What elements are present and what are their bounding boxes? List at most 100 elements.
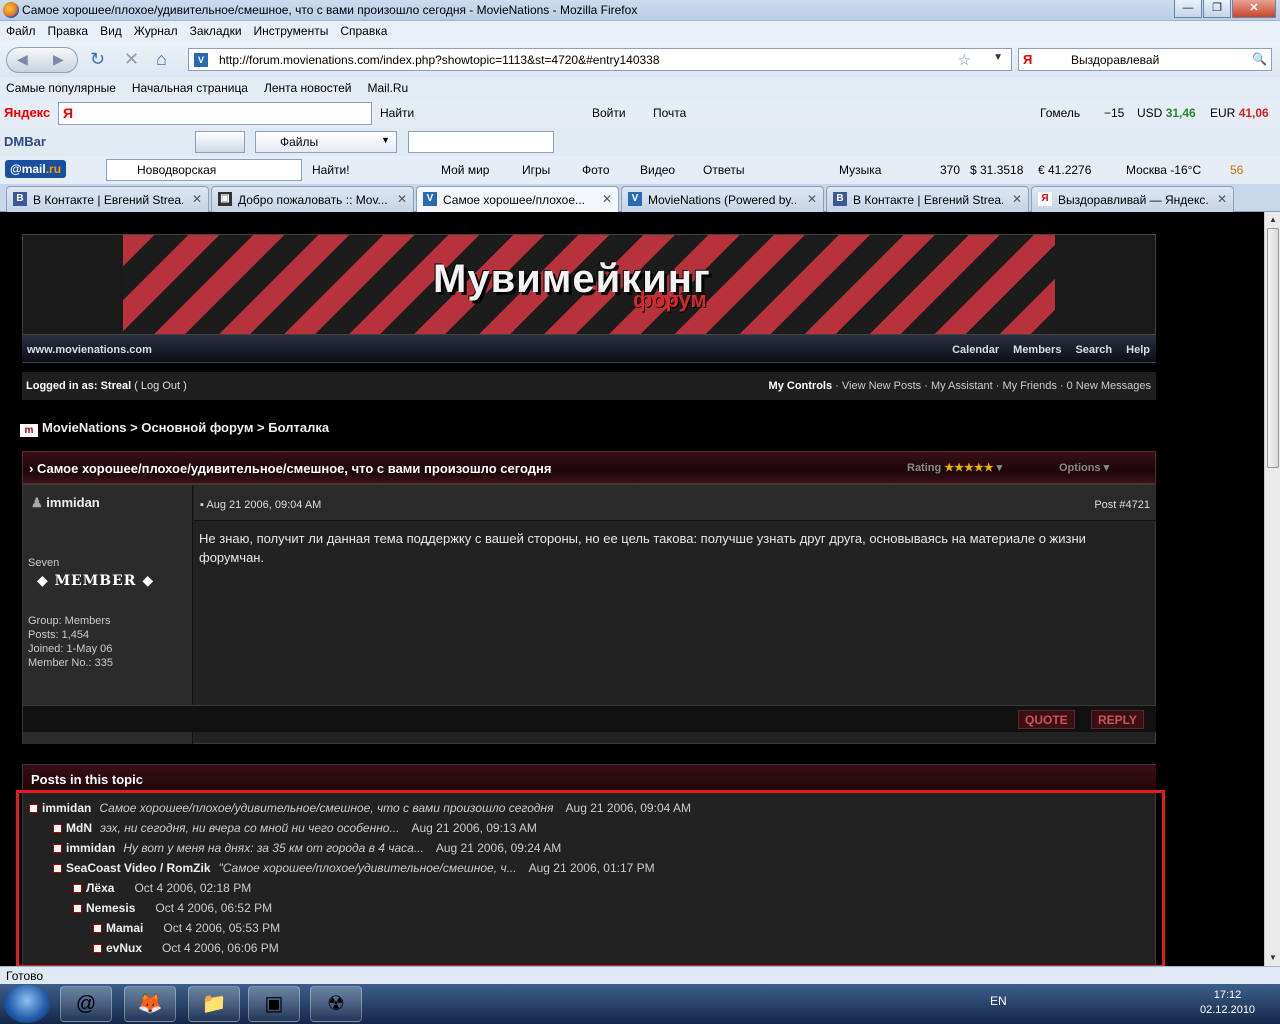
chevron-down-icon: ▼	[381, 135, 390, 145]
search-input[interactable]: Выздоравлевай	[1071, 53, 1159, 67]
yandex-find-button[interactable]: Найти	[380, 106, 414, 120]
logged-user[interactable]: Streal	[101, 380, 132, 392]
forward-icon[interactable]: ▶	[53, 51, 64, 68]
eur-rate[interactable]: EUR 41,06	[1210, 106, 1269, 120]
bookmark-start-page[interactable]: Начальная страница	[132, 77, 248, 99]
stop-icon[interactable]: ✕	[124, 49, 139, 70]
weather-temp[interactable]: −15	[1104, 106, 1124, 120]
menu-file[interactable]: Файл	[0, 21, 42, 41]
logout-link[interactable]: ( Log Out )	[134, 380, 187, 392]
bookmark-popular[interactable]: Самые популярные	[6, 77, 116, 99]
menu-view[interactable]: Вид	[94, 21, 128, 41]
mailru-music[interactable]: Музыка	[839, 163, 881, 177]
mailru-logo[interactable]: @mail.ru	[5, 160, 67, 178]
site-link[interactable]: www.movienations.com	[27, 344, 152, 356]
mailru-answers[interactable]: Ответы	[703, 163, 744, 177]
bookmark-news-feed[interactable]: Лента новостей	[264, 77, 352, 99]
rating-menu[interactable]: Rating ★★★★★ ▾	[907, 461, 1002, 474]
reply-button[interactable]: REPLY	[1091, 710, 1144, 729]
mailru-mail-count[interactable]: 370	[940, 163, 960, 177]
mailru-weather[interactable]: Москва -16°C	[1126, 163, 1201, 177]
close-button[interactable]: ✕	[1232, 0, 1276, 18]
rating-stars: ★★★★★	[944, 462, 994, 474]
mailru-usd[interactable]: $ 31.3518	[970, 163, 1023, 177]
tab-movienations[interactable]: V MovieNations (Powered by... ✕	[621, 186, 824, 212]
mail-agent-taskbar-icon[interactable]: @	[60, 986, 112, 1022]
tab-yandex[interactable]: Я Выздоравливай — Яндекс... ✕	[1031, 186, 1234, 212]
scroll-thumb[interactable]	[1267, 228, 1279, 468]
clock[interactable]: 17:12 02.12.2010	[1200, 988, 1255, 1018]
quote-button[interactable]: QUOTE	[1018, 710, 1075, 729]
weather-city[interactable]: Гомель	[1040, 106, 1080, 120]
back-icon[interactable]: ◀	[17, 51, 28, 68]
menu-bookmarks[interactable]: Закладки	[184, 21, 248, 41]
search-icon[interactable]: 🔍	[1252, 52, 1267, 66]
tab-vk-2[interactable]: B В Контакте | Евгений Strea... ✕	[826, 186, 1029, 212]
yandex-logo[interactable]: Яндекс	[4, 105, 50, 120]
url-bar[interactable]: V http://forum.movienations.com/index.ph…	[188, 48, 1012, 71]
post-author[interactable]: ♟ immidan	[31, 495, 100, 511]
menu-edit[interactable]: Правка	[42, 21, 95, 41]
files-dropdown[interactable]: Файлы ▼	[255, 131, 397, 153]
minimize-button[interactable]: —	[1174, 0, 1202, 18]
bookmark-mailru[interactable]: Mail.Ru	[367, 77, 408, 99]
url-dropdown-icon[interactable]: ▼	[993, 52, 1003, 63]
options-menu[interactable]: Options ▾	[1059, 461, 1109, 474]
vertical-scrollbar[interactable]: ▲ ▼	[1264, 212, 1280, 966]
tab-vk-1[interactable]: B В Контакте | Евгений Strea... ✕	[6, 186, 209, 212]
firefox-taskbar-icon[interactable]: 🦊	[124, 986, 176, 1022]
tab-close-icon[interactable]: ✕	[397, 192, 407, 206]
mailru-eur[interactable]: € 41.2276	[1038, 163, 1091, 177]
menu-help[interactable]: Справка	[334, 21, 393, 41]
explorer-taskbar-icon[interactable]: 📁	[188, 986, 240, 1022]
tab-welcome[interactable]: ▣ Добро пожаловать :: Mov... ✕	[211, 186, 414, 212]
menu-tools[interactable]: Инструменты	[248, 21, 335, 41]
tab-current-topic[interactable]: V Самое хорошее/плохое... ✕	[416, 186, 619, 213]
menu-history[interactable]: Журнал	[128, 21, 184, 41]
mailru-my-world[interactable]: Мой мир	[441, 163, 489, 177]
dmbar-button[interactable]	[195, 131, 245, 153]
home-icon[interactable]: ⌂	[156, 49, 167, 70]
mailru-photo[interactable]: Фото	[582, 163, 610, 177]
post-number[interactable]: Post #4721	[1094, 499, 1150, 511]
maximize-button[interactable]: ❐	[1203, 0, 1231, 18]
yandex-login-button[interactable]: Войти	[592, 106, 626, 120]
reload-icon[interactable]: ↻	[90, 49, 105, 70]
app-taskbar-icon[interactable]: ☢	[310, 986, 362, 1022]
tab-close-icon[interactable]: ✕	[602, 192, 612, 206]
tab-close-icon[interactable]: ✕	[192, 192, 202, 206]
mailru-find-button[interactable]: Найти!	[312, 163, 350, 177]
tab-close-icon[interactable]: ✕	[807, 192, 817, 206]
nav-members[interactable]: Members	[1013, 344, 1061, 356]
nav-help[interactable]: Help	[1126, 344, 1150, 356]
my-controls-link[interactable]: My Controls	[769, 380, 833, 392]
user-links-text[interactable]: · View New Posts · My Assistant · My Fri…	[835, 380, 1151, 392]
mailru-search-input[interactable]: Новодворская	[106, 159, 302, 181]
nav-calendar[interactable]: Calendar	[952, 344, 999, 356]
mailru-video[interactable]: Видео	[640, 163, 675, 177]
tab-close-icon[interactable]: ✕	[1217, 192, 1227, 206]
url-text[interactable]: http://forum.movienations.com/index.php?…	[219, 53, 660, 67]
language-indicator[interactable]: EN	[990, 994, 1007, 1008]
breadcrumb-text[interactable]: MovieNations > Основной форум > Болталка	[42, 420, 329, 435]
dmbar-search-input[interactable]	[408, 131, 554, 153]
post-author-name[interactable]: immidan	[46, 495, 99, 510]
media-taskbar-icon[interactable]: ▣	[248, 986, 300, 1022]
mailru-traffic[interactable]: 56	[1230, 163, 1243, 177]
tab-close-icon[interactable]: ✕	[1012, 192, 1022, 206]
start-button[interactable]	[4, 985, 50, 1023]
dmbar-logo[interactable]: DMBar	[4, 134, 46, 149]
yandex-mail-button[interactable]: Почта	[653, 106, 686, 120]
mailru-games[interactable]: Игры	[522, 163, 550, 177]
nav-search[interactable]: Search	[1075, 344, 1112, 356]
usd-rate[interactable]: USD 31,46	[1137, 106, 1196, 120]
scroll-up-icon[interactable]: ▲	[1265, 212, 1280, 228]
forum-banner[interactable]: Мувимейкинг форум	[22, 234, 1156, 335]
back-forward-buttons[interactable]: ◀ ▶	[6, 47, 78, 73]
yandex-search-input[interactable]: Я	[58, 102, 372, 125]
bookmark-star-icon[interactable]: ☆	[958, 51, 971, 69]
search-bar[interactable]: Я Выздоравлевай 🔍	[1018, 48, 1272, 71]
scroll-down-icon[interactable]: ▼	[1265, 950, 1280, 966]
browser-window: Самое хорошее/плохое/удивительное/смешно…	[0, 0, 1280, 1024]
search-engine-icon[interactable]: Я	[1023, 52, 1032, 67]
